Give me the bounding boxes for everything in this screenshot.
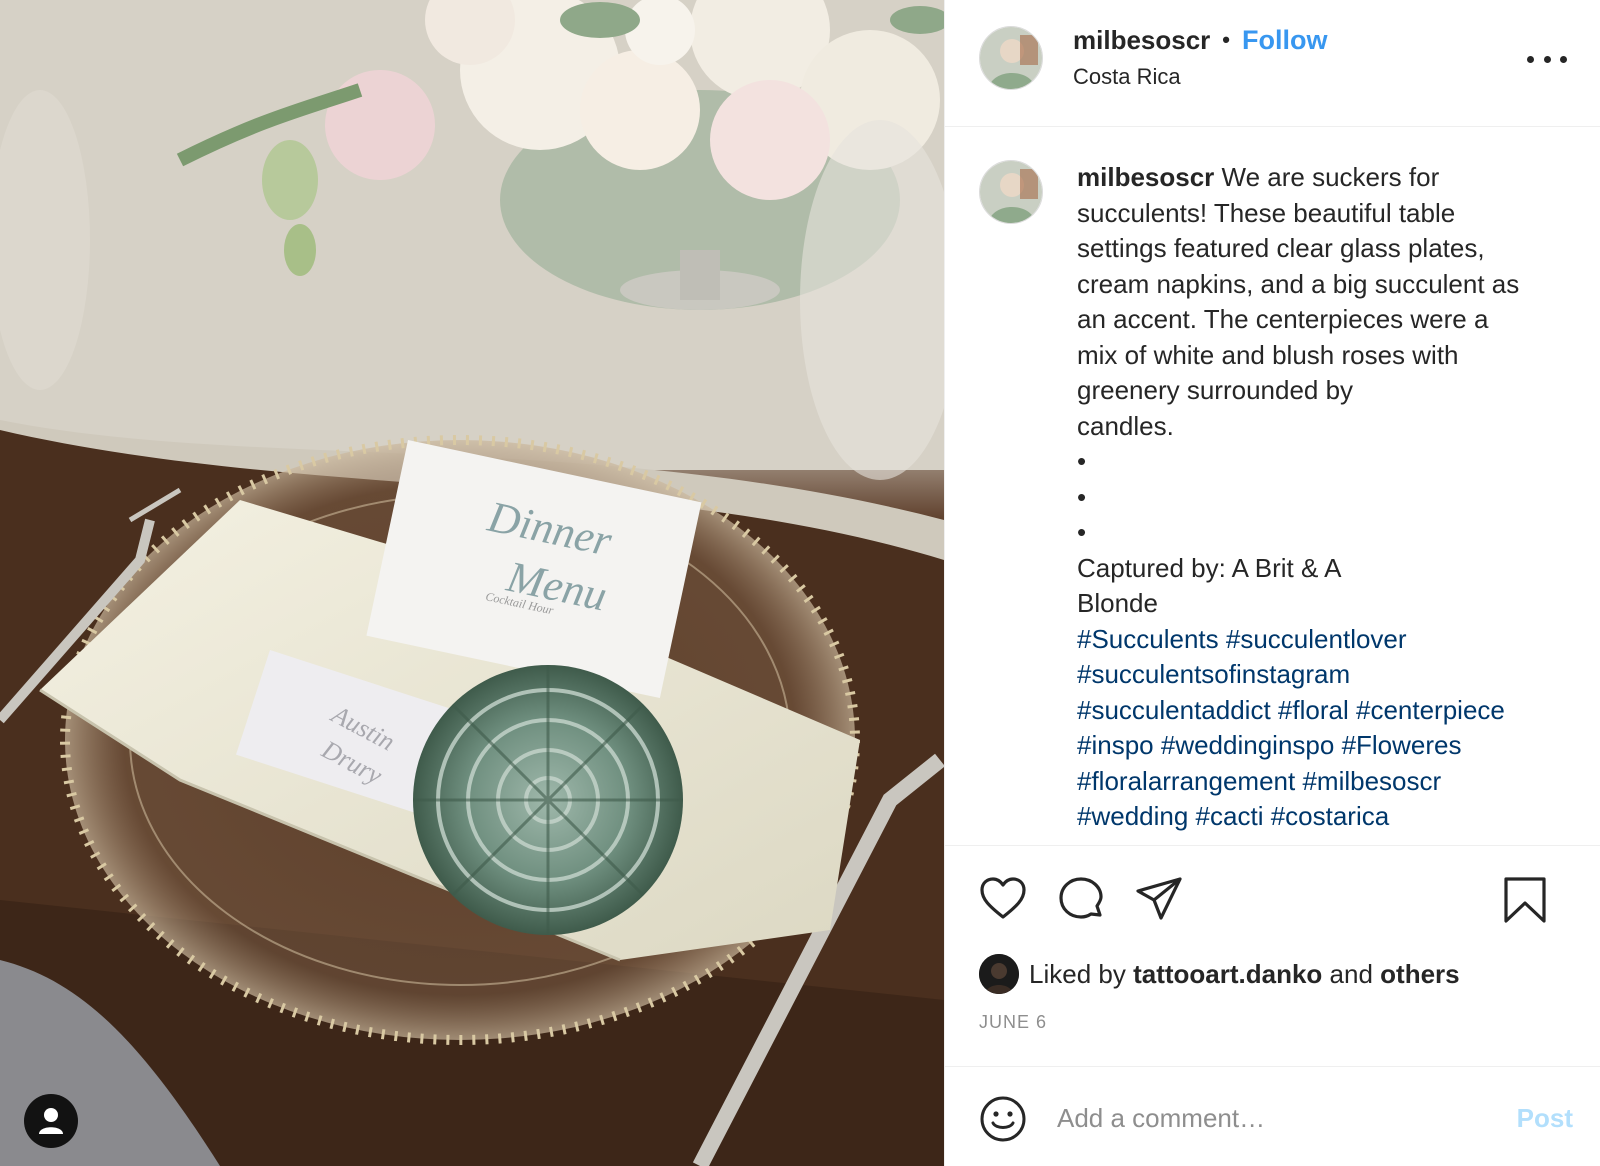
hashtag-link[interactable]: #weddinginspo bbox=[1161, 730, 1334, 760]
caption-line: We are suckers for bbox=[1221, 162, 1440, 192]
hashtag-link[interactable]: #Succulents bbox=[1077, 624, 1219, 654]
caption-bullet: • bbox=[1077, 481, 1087, 512]
comment-icon bbox=[1059, 877, 1103, 919]
caption-line: candles. bbox=[1077, 410, 1174, 441]
hashtag-link[interactable]: #succulentsofinstagram bbox=[1077, 659, 1350, 689]
likes-others-link[interactable]: others bbox=[1380, 959, 1459, 990]
action-bar bbox=[945, 848, 1600, 938]
share-button[interactable] bbox=[1135, 876, 1183, 927]
hashtag-link[interactable]: #inspo bbox=[1077, 730, 1154, 760]
post-photo[interactable]: Dinner Menu Cocktail Hour Austin Drury bbox=[0, 0, 944, 1166]
comment-button[interactable] bbox=[1057, 876, 1105, 929]
hashtag-link[interactable]: #centerpiece bbox=[1356, 695, 1505, 725]
author-row: milbesoscr • Follow bbox=[1073, 22, 1327, 58]
author-avatar[interactable] bbox=[979, 26, 1043, 90]
liker-username[interactable]: tattooart.danko bbox=[1133, 959, 1322, 990]
comment-form: Post bbox=[945, 1066, 1600, 1166]
follow-button[interactable]: Follow bbox=[1242, 25, 1327, 56]
likes-conjunction: and bbox=[1329, 958, 1373, 989]
emoji-button[interactable] bbox=[979, 1095, 1027, 1148]
save-button[interactable] bbox=[1503, 876, 1547, 929]
post-location[interactable]: Costa Rica bbox=[1073, 64, 1181, 90]
smiley-icon bbox=[980, 1096, 1026, 1142]
bookmark-icon bbox=[1504, 877, 1546, 923]
hashtag-link[interactable]: #succulentlover bbox=[1226, 624, 1407, 654]
liker-avatar[interactable] bbox=[979, 954, 1019, 994]
hashtag-link[interactable]: #cacti bbox=[1196, 801, 1264, 831]
table-setting-photo: Dinner Menu Cocktail Hour Austin Drury bbox=[0, 0, 944, 1166]
avatar-image bbox=[980, 161, 1042, 223]
likes-summary: Liked by tattooart.danko and others bbox=[979, 954, 1460, 994]
tagged-users-button[interactable] bbox=[24, 1094, 78, 1148]
caption-line: cream napkins, and a big succulent as bbox=[1077, 268, 1520, 299]
hashtag-link[interactable]: #costarica bbox=[1271, 801, 1390, 831]
caption-line: an accent. The centerpieces were a bbox=[1077, 304, 1489, 334]
more-options-button[interactable] bbox=[1527, 44, 1567, 74]
caption-line: mix of white and blush roses with bbox=[1077, 339, 1459, 370]
caption-line: Blonde bbox=[1077, 588, 1158, 618]
caption-line: Captured by: A Brit & A bbox=[1077, 552, 1342, 583]
more-horizontal-icon bbox=[1527, 55, 1534, 63]
separator-dot: • bbox=[1222, 27, 1230, 52]
paper-plane-icon bbox=[1136, 877, 1182, 920]
hashtag-link[interactable]: #milbesoscr bbox=[1302, 766, 1441, 796]
avatar-image bbox=[979, 954, 1019, 994]
post-comment-button[interactable]: Post bbox=[1517, 1103, 1573, 1134]
person-icon bbox=[39, 1108, 63, 1134]
caption-text: milbesoscr We are suckers for succulents… bbox=[1077, 160, 1577, 835]
caption-username[interactable]: milbesoscr bbox=[1077, 162, 1214, 192]
caption-bullet: • bbox=[1077, 446, 1087, 476]
comment-input[interactable] bbox=[1057, 1095, 1497, 1141]
post-date[interactable]: JUNE 6 bbox=[979, 1012, 1047, 1033]
hashtag-link[interactable]: #wedding bbox=[1077, 801, 1188, 831]
hashtag-link[interactable]: #floralarrangement bbox=[1077, 766, 1295, 796]
author-username[interactable]: milbesoscr bbox=[1073, 25, 1210, 56]
caption-line: greenery surrounded by bbox=[1077, 375, 1354, 405]
caption-line: settings featured clear glass plates, bbox=[1077, 233, 1485, 263]
like-button[interactable] bbox=[979, 876, 1027, 925]
caption-bullet: • bbox=[1077, 517, 1087, 547]
caption-section: milbesoscr We are suckers for succulents… bbox=[945, 128, 1600, 846]
hashtag-link[interactable]: #Floweres bbox=[1342, 730, 1462, 760]
hashtag-link[interactable]: #floral bbox=[1278, 695, 1349, 725]
caption-author-avatar[interactable] bbox=[979, 160, 1043, 224]
post-header: milbesoscr • Follow Costa Rica bbox=[945, 0, 1600, 127]
hashtag-link[interactable]: #succulentaddict bbox=[1077, 695, 1271, 725]
avatar-image bbox=[980, 27, 1042, 89]
likes-prefix: Liked by bbox=[1029, 958, 1126, 989]
heart-icon bbox=[980, 877, 1026, 919]
post-details-panel: milbesoscr • Follow Costa Rica milbesosc… bbox=[944, 0, 1600, 1166]
caption-line: succulents! These beautiful table bbox=[1077, 197, 1456, 228]
